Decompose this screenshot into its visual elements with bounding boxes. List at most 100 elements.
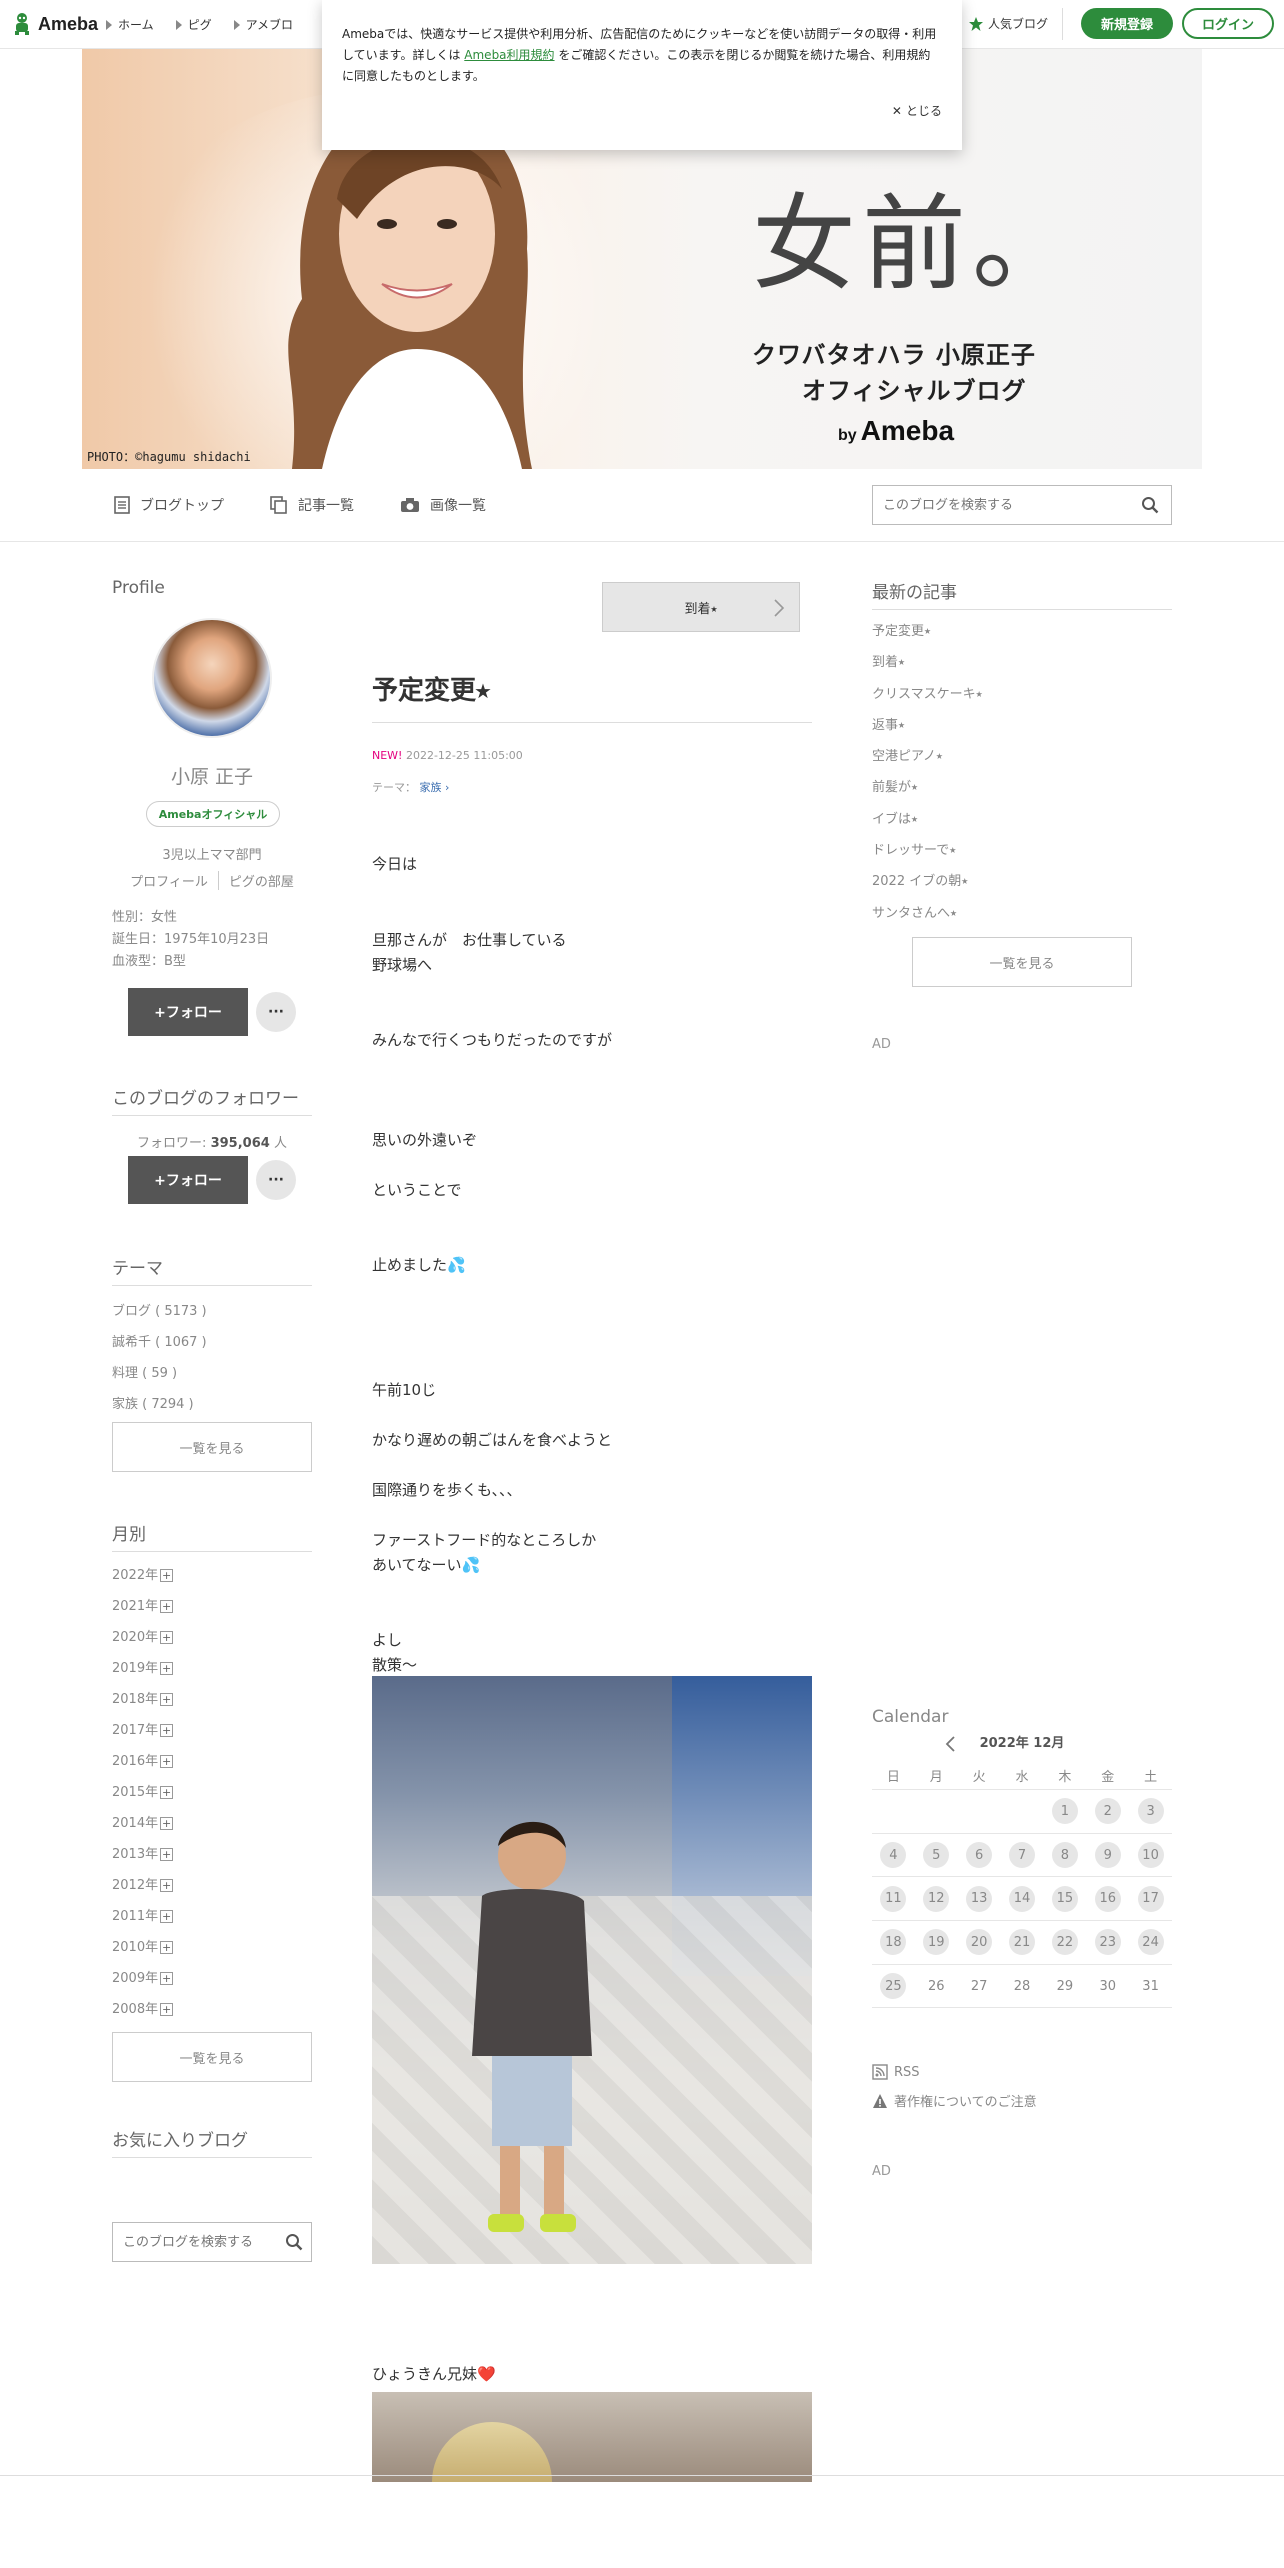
monthly-more-button[interactable]: 一覧を見る (112, 2032, 312, 2082)
theme-more-button[interactable]: 一覧を見る (112, 1422, 312, 1472)
follow-button-2[interactable]: +フォロー (128, 1156, 248, 1204)
calendar-day[interactable]: 20 (966, 1929, 993, 1956)
copyright-caution-link[interactable]: 著作権についてのご注意 (872, 2091, 1037, 2110)
sidebar-search-input[interactable] (113, 2223, 273, 2261)
calendar-day[interactable]: 22 (1051, 1929, 1078, 1956)
calendar-day[interactable]: 24 (1137, 1929, 1164, 1956)
recent-item[interactable]: ドレッサーで⭑ (872, 835, 983, 866)
theme-item[interactable]: 家族 ( 7294 ) (112, 1389, 207, 1420)
recent-item[interactable]: 返事⭑ (872, 710, 983, 741)
theme-item[interactable]: ブログ ( 5173 ) (112, 1296, 207, 1327)
official-badge[interactable]: Amebaオフィシャル (146, 801, 280, 827)
pigg-room-link[interactable]: ピグの部屋 (217, 871, 304, 890)
nav-pigg[interactable]: ピグ (175, 16, 212, 33)
month-item[interactable]: 2013年 + (112, 1839, 174, 1870)
calendar-day[interactable]: 7 (1009, 1842, 1035, 1869)
expand-icon[interactable]: + (160, 1662, 174, 1675)
nav-home[interactable]: ホーム (106, 16, 154, 33)
calendar-day[interactable]: 23 (1094, 1929, 1121, 1956)
recent-item[interactable]: 予定変更⭑ (872, 616, 983, 647)
expand-icon[interactable]: + (160, 1879, 174, 1892)
recent-item[interactable]: 到着⭑ (872, 647, 983, 678)
calendar-day[interactable]: 21 (1009, 1929, 1035, 1956)
image-list-link[interactable]: 画像一覧 (400, 495, 486, 515)
month-item[interactable]: 2012年 + (112, 1870, 174, 1901)
month-item[interactable]: 2019年 + (112, 1653, 174, 1684)
rss-link[interactable]: RSS (872, 2064, 920, 2080)
calendar-day[interactable]: 15 (1051, 1885, 1078, 1912)
expand-icon[interactable]: + (160, 1910, 174, 1923)
next-entry-button[interactable]: 到着⭑ (602, 582, 800, 632)
entry-list-link[interactable]: 記事一覧 (270, 495, 354, 515)
profile-link[interactable]: プロフィール (120, 871, 218, 890)
month-item[interactable]: 2015年 + (112, 1777, 174, 1808)
expand-icon[interactable]: + (160, 1724, 174, 1737)
expand-icon[interactable]: + (160, 1941, 174, 1954)
post-image-second[interactable] (372, 2392, 812, 2482)
month-item[interactable]: 2009年 + (112, 1963, 174, 1994)
calendar-day[interactable]: 1 (1051, 1798, 1078, 1825)
calendar-day[interactable]: 13 (966, 1885, 993, 1912)
profile-name[interactable]: 小原 正子 (112, 762, 312, 789)
recent-item[interactable]: クリスマスケーキ⭑ (872, 679, 983, 710)
recent-more-button[interactable]: 一覧を見る (912, 937, 1132, 987)
avatar[interactable] (152, 618, 272, 738)
calendar-day[interactable]: 2 (1094, 1798, 1121, 1825)
recent-item[interactable]: 空港ピアノ⭑ (872, 741, 983, 772)
expand-icon[interactable]: + (160, 1569, 174, 1582)
month-item[interactable]: 2020年 + (112, 1622, 174, 1653)
theme-link[interactable]: 家族 (420, 781, 442, 794)
recent-item[interactable]: 前髪が⭑ (872, 772, 983, 803)
expand-icon[interactable]: + (160, 1786, 174, 1799)
cookie-close-button[interactable]: ✕ とじる (892, 101, 942, 122)
calendar-day[interactable]: 12 (923, 1885, 950, 1912)
calendar-day[interactable]: 25 (880, 1973, 907, 2000)
profile-category[interactable]: 3児以上ママ部門 (112, 844, 312, 863)
blog-top-link[interactable]: ブログトップ (114, 495, 224, 515)
calendar-day[interactable]: 8 (1051, 1842, 1078, 1869)
month-item[interactable]: 2022年 + (112, 1560, 174, 1591)
expand-icon[interactable]: + (160, 1631, 174, 1644)
expand-icon[interactable]: + (160, 1848, 174, 1861)
expand-icon[interactable]: + (160, 1600, 174, 1613)
month-item[interactable]: 2018年 + (112, 1684, 174, 1715)
more-options-button[interactable]: ··· (256, 992, 296, 1032)
calendar-day[interactable]: 18 (880, 1929, 907, 1956)
nav-ameblo[interactable]: アメブロ (233, 16, 293, 33)
calendar-day[interactable]: 19 (923, 1929, 950, 1956)
login-button[interactable]: ログイン (1182, 8, 1274, 39)
post-title[interactable]: 予定変更⭑ (372, 670, 490, 707)
month-item[interactable]: 2021年 + (112, 1591, 174, 1622)
expand-icon[interactable]: + (160, 1755, 174, 1768)
month-item[interactable]: 2017年 + (112, 1715, 174, 1746)
theme-item[interactable]: 誠希千 ( 1067 ) (112, 1327, 207, 1358)
search-icon[interactable] (1141, 496, 1159, 514)
month-item[interactable]: 2016年 + (112, 1746, 174, 1777)
post-image-street[interactable] (372, 1676, 812, 2264)
expand-icon[interactable]: + (160, 1817, 174, 1830)
expand-icon[interactable]: + (160, 1972, 174, 1985)
theme-item[interactable]: 料理 ( 59 ) (112, 1358, 207, 1389)
calendar-day[interactable]: 16 (1094, 1885, 1121, 1912)
recent-item[interactable]: 2022 イブの朝⭑ (872, 866, 983, 897)
month-item[interactable]: 2008年 + (112, 1994, 174, 2025)
blog-search-input[interactable] (873, 486, 1113, 524)
calendar-day[interactable]: 5 (923, 1842, 950, 1869)
calendar-day[interactable]: 6 (966, 1842, 993, 1869)
search-icon[interactable] (285, 2233, 303, 2251)
month-item[interactable]: 2011年 + (112, 1901, 174, 1932)
recent-item[interactable]: イブは⭑ (872, 804, 983, 835)
register-button[interactable]: 新規登録 (1081, 8, 1173, 39)
calendar-day[interactable]: 14 (1009, 1885, 1035, 1912)
calendar-day[interactable]: 10 (1137, 1842, 1164, 1869)
calendar-day[interactable]: 3 (1137, 1798, 1164, 1825)
terms-link[interactable]: Ameba利用規約 (464, 48, 554, 62)
follow-button[interactable]: +フォロー (128, 988, 248, 1036)
calendar-day[interactable]: 11 (880, 1885, 907, 1912)
month-item[interactable]: 2014年 + (112, 1808, 174, 1839)
calendar-day[interactable]: 9 (1094, 1842, 1121, 1869)
month-item[interactable]: 2010年 + (112, 1932, 174, 1963)
popular-blog-link[interactable]: 人気ブログ (968, 15, 1048, 32)
calendar-day[interactable]: 17 (1137, 1885, 1164, 1912)
ameba-logo[interactable]: Ameba (12, 12, 98, 36)
